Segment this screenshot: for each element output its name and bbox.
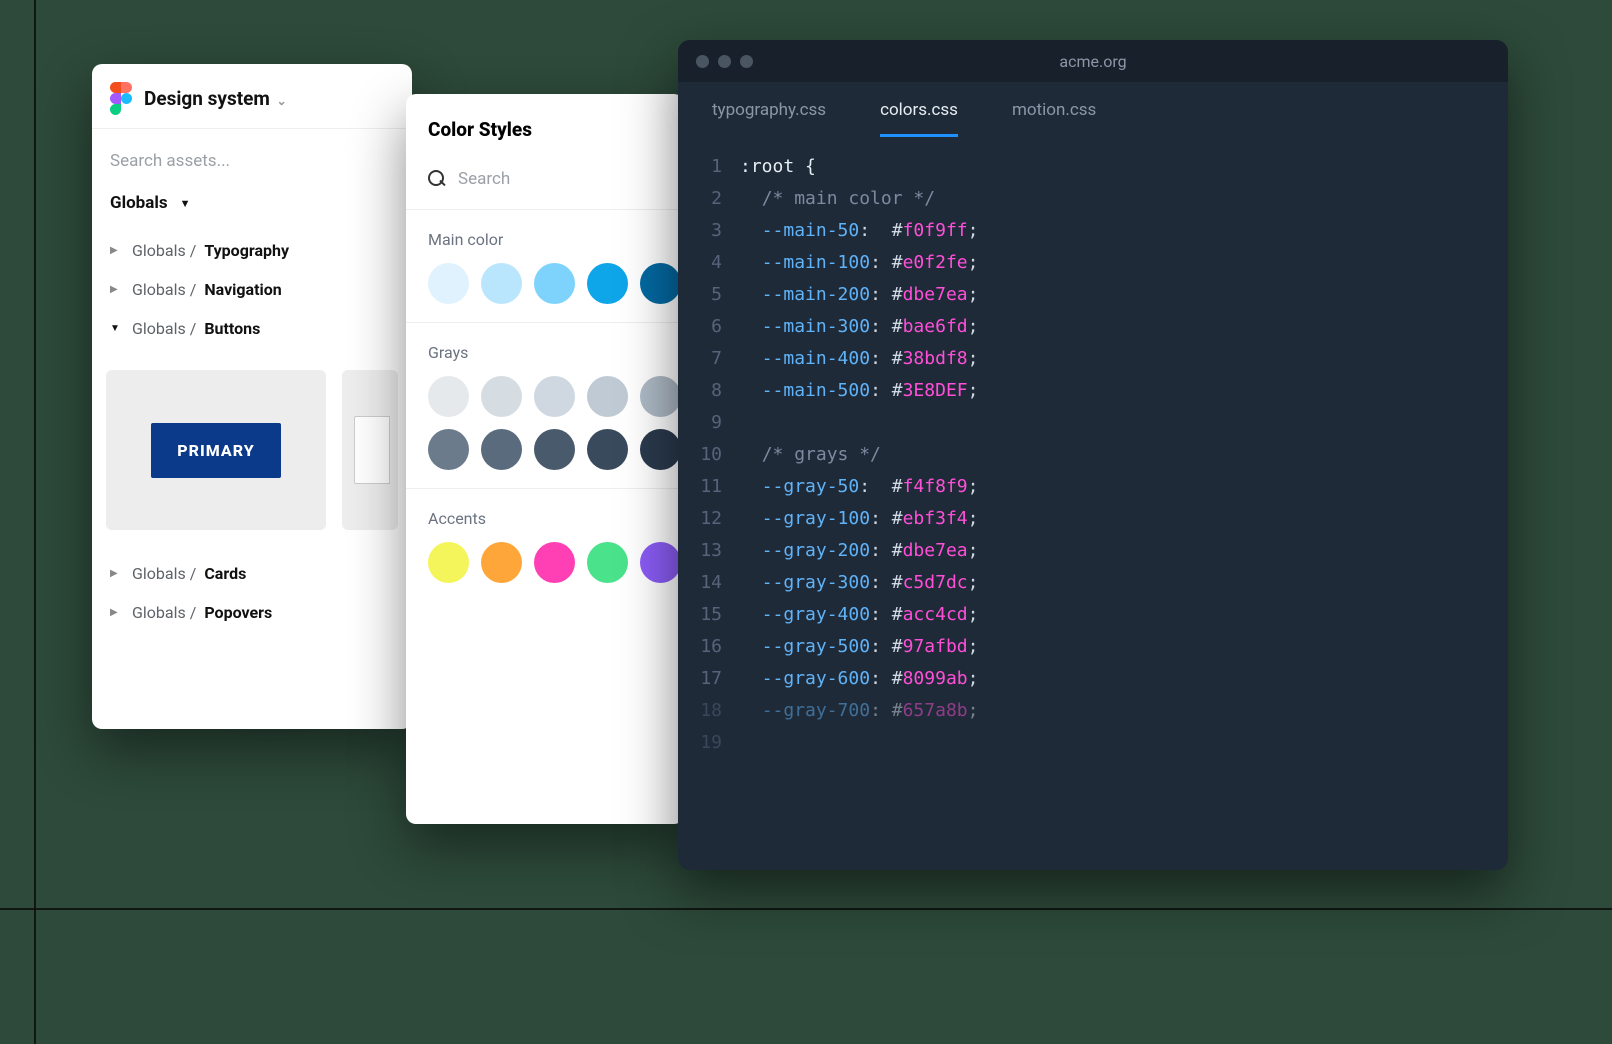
color-swatch[interactable] [481, 263, 522, 304]
color-swatch[interactable] [534, 376, 575, 417]
tree-item-navigation[interactable]: Globals / Navigation [100, 270, 404, 309]
assets-section-globals[interactable]: Globals [92, 179, 412, 227]
code-editor-url: acme.org [678, 52, 1508, 71]
style-group-accents: Accents [406, 489, 684, 601]
code-editor-titlebar: acme.org [678, 40, 1508, 82]
swatch-row-accents [428, 542, 662, 583]
style-group-label: Accents [428, 509, 662, 528]
figma-header: Design system ⌄ [92, 64, 412, 129]
style-group-label: Grays [428, 343, 662, 362]
assets-tree-continued: Globals / CardsGlobals / Popovers [92, 550, 412, 640]
figma-file-title-text: Design system [144, 87, 270, 110]
tab-typography-css[interactable]: typography.css [712, 100, 826, 137]
color-styles-search-placeholder: Search [458, 169, 510, 189]
assets-section-label: Globals [110, 193, 168, 213]
assets-search-input[interactable]: Search assets... [92, 129, 412, 179]
button-previews: PRIMARY [92, 356, 412, 550]
swatch-row-main [428, 263, 662, 304]
code-lines[interactable]: :root { /* main color */ --main-50: #f0f… [740, 151, 1508, 759]
preview-tile-secondary[interactable] [342, 370, 398, 530]
decorative-vertical-line [34, 0, 36, 1044]
color-swatch[interactable] [587, 429, 628, 470]
style-group-main: Main color [406, 210, 684, 323]
color-swatch[interactable] [640, 263, 681, 304]
code-editor-body: 12345678910111213141516171819 :root { /*… [678, 137, 1508, 759]
color-styles-search[interactable]: Search [406, 161, 684, 210]
color-swatch[interactable] [534, 542, 575, 583]
color-swatch[interactable] [640, 376, 681, 417]
color-swatch[interactable] [428, 376, 469, 417]
color-swatch[interactable] [640, 542, 681, 583]
tree-item-typography[interactable]: Globals / Typography [100, 231, 404, 270]
color-styles-panel: Color Styles Search Main color Grays Acc… [406, 94, 684, 824]
color-swatch[interactable] [640, 429, 681, 470]
color-swatch[interactable] [587, 263, 628, 304]
color-swatch[interactable] [481, 376, 522, 417]
color-swatch[interactable] [428, 542, 469, 583]
color-swatch[interactable] [428, 263, 469, 304]
secondary-button-sample [354, 416, 390, 484]
color-swatch[interactable] [534, 263, 575, 304]
color-swatch[interactable] [587, 542, 628, 583]
color-swatch[interactable] [587, 376, 628, 417]
figma-logo-icon [110, 82, 132, 114]
tree-item-popovers[interactable]: Globals / Popovers [100, 593, 404, 632]
style-group-grays: Grays [406, 323, 684, 489]
tab-colors-css[interactable]: colors.css [880, 100, 958, 137]
search-icon [428, 170, 446, 188]
code-gutter: 12345678910111213141516171819 [678, 151, 740, 759]
code-editor-window: acme.org typography.css colors.css motion.… [678, 40, 1508, 870]
tab-motion-css[interactable]: motion.css [1012, 100, 1096, 137]
preview-tile-primary[interactable]: PRIMARY [106, 370, 326, 530]
color-swatch[interactable] [481, 429, 522, 470]
tree-item-cards[interactable]: Globals / Cards [100, 554, 404, 593]
figma-file-title[interactable]: Design system ⌄ [144, 87, 287, 110]
tree-item-buttons[interactable]: Globals / Buttons [100, 309, 404, 348]
color-swatch[interactable] [428, 429, 469, 470]
color-styles-title: Color Styles [406, 94, 684, 161]
style-group-label: Main color [428, 230, 662, 249]
primary-button-sample: PRIMARY [151, 423, 280, 478]
swatch-row-grays-dark [428, 429, 662, 470]
code-editor-tabs: typography.css colors.css motion.css [678, 82, 1508, 137]
assets-tree: Globals / TypographyGlobals / Navigation… [92, 227, 412, 356]
color-swatch[interactable] [481, 542, 522, 583]
figma-assets-panel: Design system ⌄ Search assets... Globals… [92, 64, 412, 729]
color-swatch[interactable] [534, 429, 575, 470]
chevron-down-icon: ⌄ [277, 94, 287, 108]
swatch-row-grays-light [428, 376, 662, 417]
